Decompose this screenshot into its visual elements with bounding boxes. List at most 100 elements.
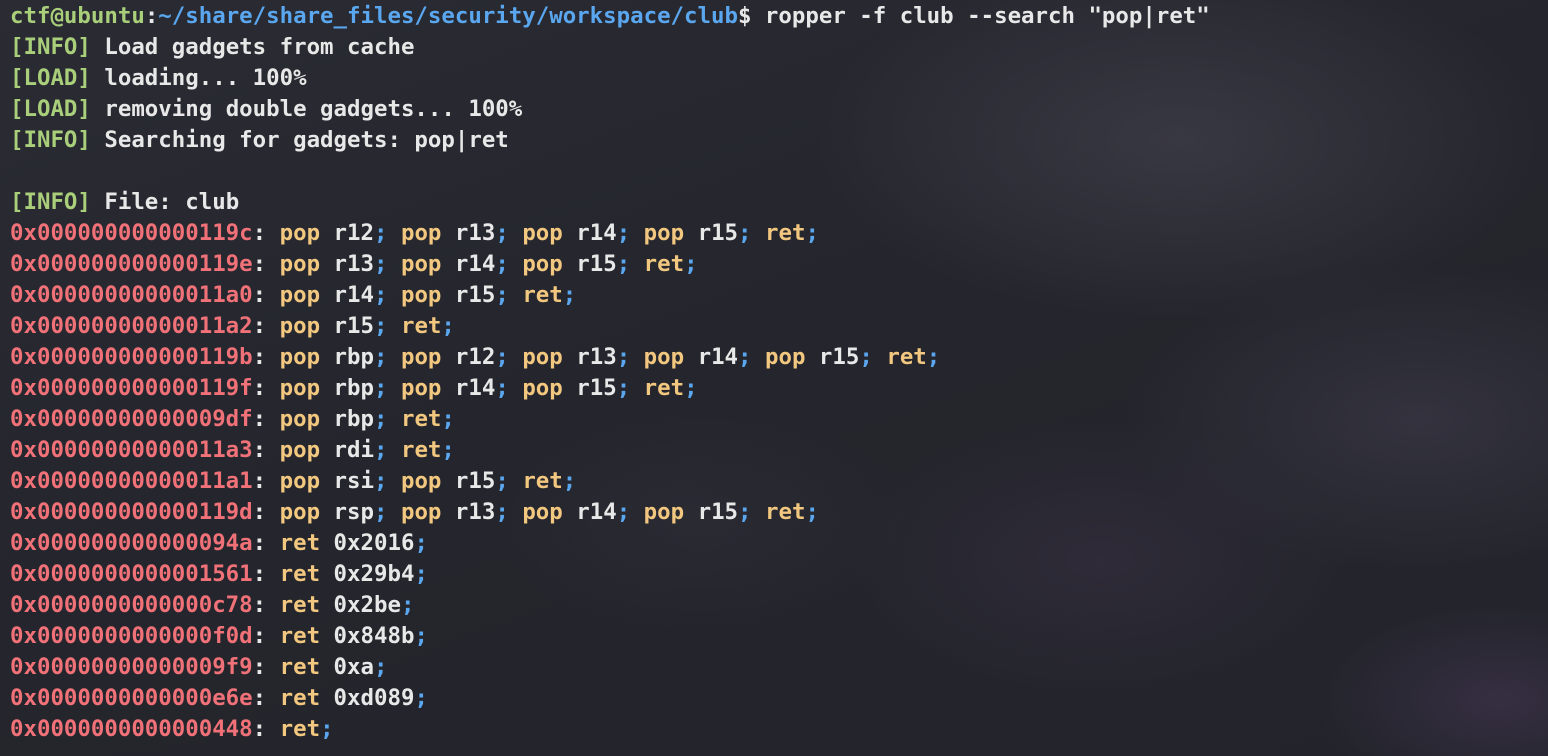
gadget-colon: : bbox=[252, 716, 280, 742]
gadget-space bbox=[630, 251, 643, 277]
gadget-operand: rdi bbox=[320, 437, 374, 463]
log-text: Searching for gadgets: pop|ret bbox=[90, 127, 509, 153]
gadget-mnemonic: pop bbox=[400, 251, 442, 277]
gadget-separator: ; bbox=[616, 499, 631, 525]
gadget-colon: : bbox=[252, 313, 280, 339]
gadget-operand: r13 bbox=[320, 251, 374, 277]
gadget-separator: ; bbox=[374, 375, 388, 401]
gadget-operand: 0xa bbox=[320, 654, 374, 680]
gadget-mnemonic: pop bbox=[279, 406, 321, 432]
gadget-operand: r15 bbox=[441, 282, 496, 308]
gadget-separator: ; bbox=[684, 251, 698, 277]
gadget-colon: : bbox=[252, 623, 280, 649]
gadget-separator: ; bbox=[859, 344, 873, 370]
gadget-separator: ; bbox=[441, 313, 455, 339]
gadget-colon: : bbox=[252, 220, 280, 246]
gadget-line: 0x0000000000000c78: ret 0x2be; bbox=[10, 590, 1538, 621]
gadget-operand: r15 bbox=[684, 499, 739, 525]
gadget-line: 0x000000000000119d: pop rsp; pop r13; po… bbox=[10, 497, 1538, 528]
gadget-operand: r13 bbox=[441, 220, 496, 246]
gadget-operand: rsi bbox=[320, 468, 374, 494]
gadget-operand: r14 bbox=[320, 282, 374, 308]
gadget-mnemonic: ret bbox=[765, 220, 806, 246]
prompt-command: ropper -f club --search "pop|ret" bbox=[764, 3, 1210, 29]
gadget-space bbox=[873, 344, 886, 370]
gadget-mnemonic: pop bbox=[522, 375, 563, 401]
gadget-space bbox=[509, 282, 522, 308]
gadget-operand: r14 bbox=[684, 344, 739, 370]
gadget-operand: r14 bbox=[441, 375, 496, 401]
prompt-user-host: ctf@ubuntu bbox=[10, 3, 145, 29]
gadget-mnemonic: pop bbox=[279, 344, 321, 370]
gadget-operand: 0x848b bbox=[320, 623, 415, 649]
gadget-mnemonic: pop bbox=[522, 251, 563, 277]
gadget-separator: ; bbox=[562, 282, 577, 308]
gadget-mnemonic: ret bbox=[886, 344, 927, 370]
gadget-separator: ; bbox=[616, 344, 631, 370]
gadget-mnemonic: pop bbox=[400, 344, 442, 370]
gadget-line: 0x00000000000011a3: pop rdi; ret; bbox=[10, 435, 1538, 466]
gadget-space bbox=[387, 437, 400, 463]
gadget-space bbox=[387, 220, 400, 246]
gadget-space bbox=[387, 282, 400, 308]
gadget-line: 0x000000000000119f: pop rbp; pop r14; po… bbox=[10, 373, 1538, 404]
gadget-address: 0x00000000000011a3 bbox=[10, 437, 253, 463]
gadget-operand: r15 bbox=[684, 220, 739, 246]
gadget-separator: ; bbox=[495, 344, 509, 370]
gadget-operand: r13 bbox=[441, 499, 496, 525]
gadget-operand: r14 bbox=[441, 251, 496, 277]
terminal-output[interactable]: ctf@ubuntu:~/share/share_files/security/… bbox=[10, 1, 1538, 756]
gadget-separator: ; bbox=[374, 251, 388, 277]
gadget-mnemonic: pop bbox=[400, 375, 442, 401]
gadget-separator: ; bbox=[374, 406, 388, 432]
gadget-mnemonic: ret bbox=[643, 251, 685, 277]
gadget-space bbox=[509, 499, 522, 525]
gadget-separator: ; bbox=[374, 313, 388, 339]
gadget-address: 0x0000000000000e6e bbox=[10, 685, 253, 711]
gadget-mnemonic: pop bbox=[643, 220, 685, 246]
gadget-operand: r14 bbox=[562, 220, 617, 246]
gadget-operand: r12 bbox=[441, 344, 496, 370]
gadget-address: 0x0000000000001561 bbox=[10, 561, 253, 587]
gadget-separator: ; bbox=[738, 344, 752, 370]
gadget-separator: ; bbox=[320, 716, 334, 742]
gadget-space bbox=[630, 375, 643, 401]
gadget-space bbox=[387, 313, 400, 339]
gadget-line: 0x000000000000119b: pop rbp; pop r12; po… bbox=[10, 342, 1538, 373]
gadget-mnemonic: pop bbox=[400, 282, 442, 308]
gadget-mnemonic: pop bbox=[279, 251, 321, 277]
gadget-colon: : bbox=[252, 499, 280, 525]
log-text: loading... 100% bbox=[90, 65, 307, 91]
gadget-address: 0x0000000000000c78 bbox=[10, 592, 253, 618]
gadget-space bbox=[387, 375, 400, 401]
gadget-mnemonic: pop bbox=[643, 499, 685, 525]
gadget-separator: ; bbox=[374, 499, 388, 525]
gadget-mnemonic: ret bbox=[400, 406, 442, 432]
gadget-colon: : bbox=[252, 282, 280, 308]
prompt-dollar: $ bbox=[737, 3, 765, 29]
gadget-mnemonic: ret bbox=[522, 282, 563, 308]
gadget-colon: : bbox=[252, 592, 280, 618]
gadget-mnemonic: pop bbox=[279, 282, 321, 308]
gadget-mnemonic: pop bbox=[400, 220, 442, 246]
log-text: File: club bbox=[90, 189, 240, 215]
gadget-operand: r13 bbox=[562, 344, 617, 370]
gadget-address: 0x00000000000009df bbox=[10, 406, 253, 432]
gadget-line: 0x00000000000011a0: pop r14; pop r15; re… bbox=[10, 280, 1538, 311]
gadget-operand: r14 bbox=[562, 499, 617, 525]
gadget-line: 0x0000000000001561: ret 0x29b4; bbox=[10, 559, 1538, 590]
gadget-operand: r15 bbox=[562, 375, 617, 401]
gadget-operand: 0xd089 bbox=[320, 685, 415, 711]
gadget-mnemonic: ret bbox=[643, 375, 685, 401]
gadget-line: 0x0000000000000448: ret; bbox=[10, 714, 1538, 745]
gadget-operand: 0x2016 bbox=[320, 530, 415, 556]
gadget-separator: ; bbox=[562, 468, 577, 494]
gadget-separator: ; bbox=[374, 344, 388, 370]
gadget-mnemonic: ret bbox=[279, 561, 321, 587]
log-tag: [LOAD] bbox=[10, 96, 91, 122]
gadget-address: 0x000000000000119b bbox=[10, 344, 253, 370]
log-tag: [LOAD] bbox=[10, 65, 91, 91]
gadget-mnemonic: pop bbox=[400, 468, 442, 494]
gadget-separator: ; bbox=[495, 282, 509, 308]
